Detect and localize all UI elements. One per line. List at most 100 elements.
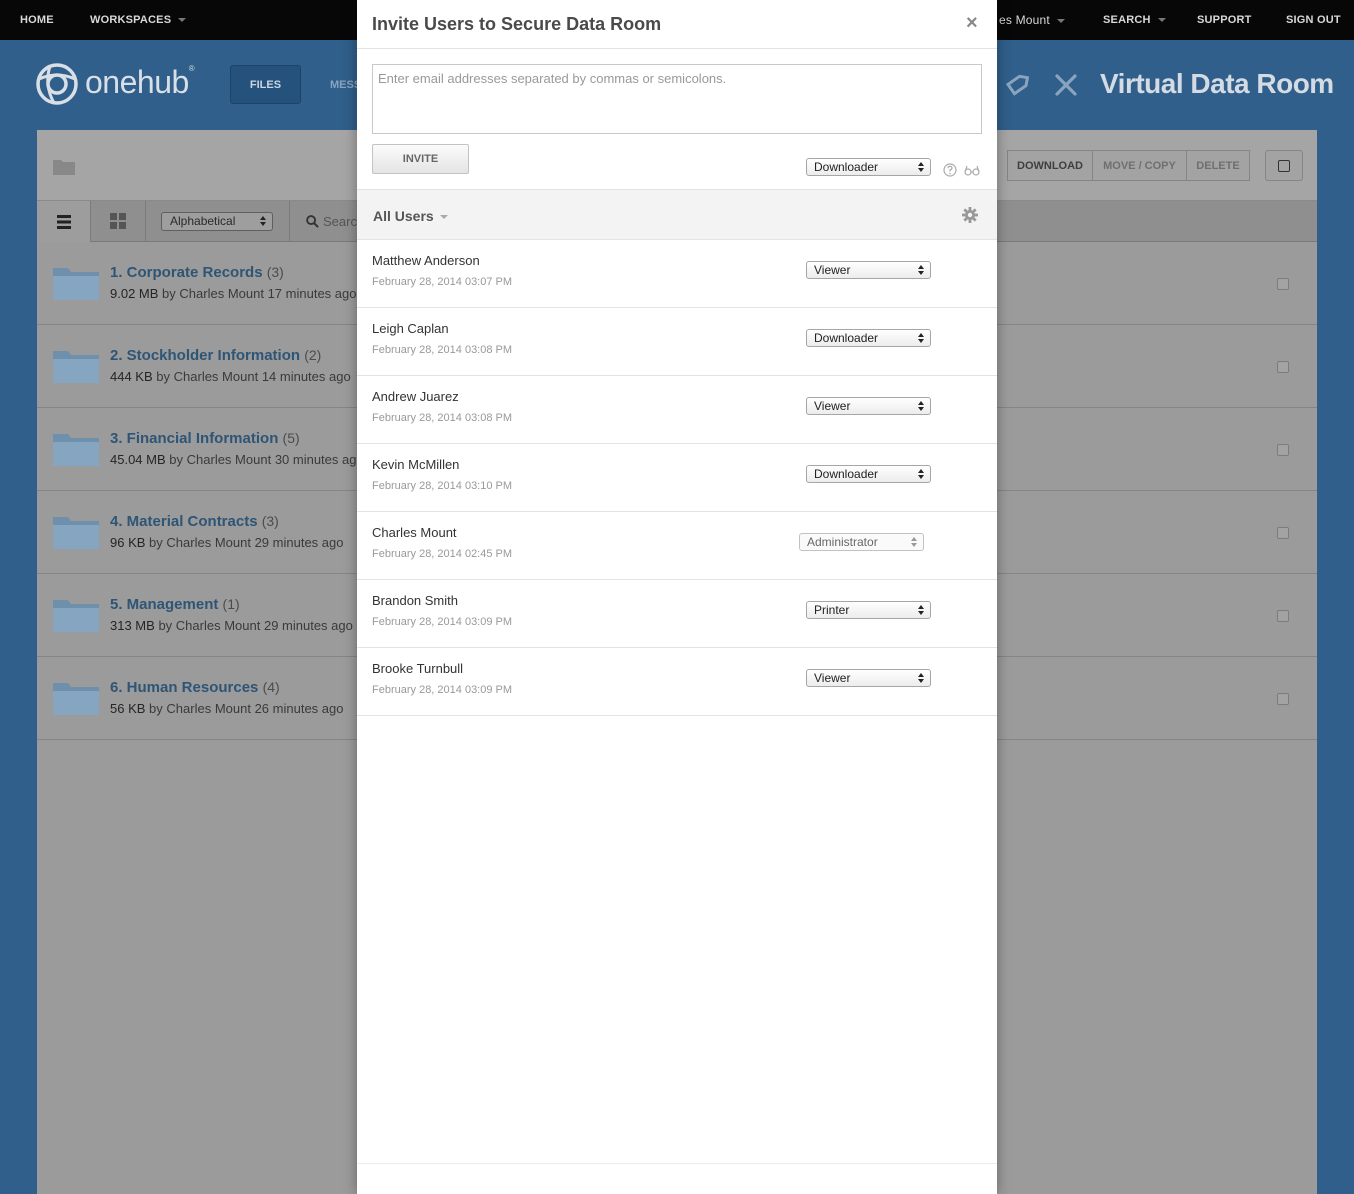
user-name: Leigh Caplan (372, 321, 449, 336)
user-role-value: Administrator (807, 535, 878, 549)
user-role-select[interactable]: Downloader (806, 465, 931, 483)
user-row: Kevin McMillen February 28, 2014 03:10 PM… (357, 444, 997, 512)
users-filter-dropdown[interactable]: All Users (373, 208, 448, 224)
chevron-down-icon (178, 18, 187, 23)
select-arrows-icon (918, 605, 924, 615)
folder-name-link[interactable]: 6. Human Resources (4) (110, 679, 280, 696)
select-all-button[interactable] (1265, 150, 1303, 181)
nav-user-label: es Mount (999, 13, 1050, 27)
folder-age: 14 minutes ago (261, 369, 351, 384)
folder-age: 26 minutes ago (254, 701, 344, 716)
nav-support[interactable]: SUPPORT (1197, 14, 1252, 26)
nav-search[interactable]: SEARCH (1103, 14, 1166, 26)
chevron-down-icon (1157, 18, 1166, 23)
folder-owner: Charles Mount (186, 452, 272, 467)
list-view-icon (57, 215, 71, 229)
folder-icon (53, 351, 99, 383)
folder-owner: Charles Mount (179, 286, 264, 301)
onehub-logo-icon[interactable] (36, 63, 78, 105)
tag-icon[interactable] (1004, 72, 1030, 98)
nav-search-label: SEARCH (1103, 14, 1151, 26)
select-arrows-icon (918, 673, 924, 683)
user-row: Brandon Smith February 28, 2014 03:09 PM P… (357, 580, 997, 648)
folder-icon (53, 683, 99, 715)
delete-button[interactable]: DELETE (1186, 150, 1250, 181)
folder-name-link[interactable]: 1. Corporate Records (3) (110, 264, 284, 281)
folder-name: 6. Human Resources (110, 679, 259, 696)
folder-age: 29 minutes ago (263, 618, 353, 633)
folder-size: 313 MB (110, 618, 155, 633)
folder-checkbox[interactable] (1277, 527, 1289, 539)
nav-workspaces[interactable]: WORKSPACES (90, 14, 187, 26)
folder-checkbox[interactable] (1277, 610, 1289, 622)
invite-button[interactable]: INVITE (372, 144, 469, 174)
folder-checkbox[interactable] (1277, 444, 1289, 456)
select-all-checkbox[interactable] (1278, 160, 1290, 172)
list-view-button[interactable] (37, 201, 91, 242)
folder-by: by (158, 618, 173, 633)
sort-select[interactable]: Alphabetical (161, 212, 273, 231)
user-row: Charles Mount February 28, 2014 02:45 PM A… (357, 512, 997, 580)
user-role-select[interactable]: Printer (806, 601, 931, 619)
folder-by: by (149, 701, 163, 716)
email-addresses-input[interactable] (372, 64, 982, 134)
user-role-select[interactable]: Downloader (806, 329, 931, 347)
folder-icon (53, 600, 99, 632)
folder-name-link[interactable]: 5. Management (1) (110, 596, 240, 613)
folder-owner: Charles Mount (166, 701, 251, 716)
folder-name: 3. Financial Information (110, 430, 279, 447)
trademark-mark: ® (188, 64, 195, 73)
invite-role-select[interactable]: Downloader (806, 158, 931, 176)
nav-home[interactable]: HOME (20, 14, 54, 26)
folder-size: 56 KB (110, 701, 146, 716)
search-icon (306, 215, 319, 228)
folder-meta: 45.04 MB by Charles Mount 30 minutes ago (110, 452, 358, 467)
folder-owner: Charles Mount (166, 535, 251, 550)
logo-wordmark[interactable]: onehub® (85, 64, 195, 101)
divider (357, 48, 997, 49)
user-name: Andrew Juarez (372, 389, 459, 404)
gear-icon[interactable] (962, 207, 978, 223)
folder-checkbox[interactable] (1277, 361, 1289, 373)
user-name: Matthew Anderson (372, 253, 480, 268)
download-button[interactable]: DOWNLOAD (1007, 150, 1093, 181)
folder-meta: 56 KB by Charles Mount 26 minutes ago (110, 701, 358, 716)
folder-name-link[interactable]: 2. Stockholder Information (2) (110, 347, 321, 364)
folder-name-link[interactable]: 4. Material Contracts (3) (110, 513, 279, 530)
folder-meta: 313 MB by Charles Mount 29 minutes ago (110, 618, 358, 633)
folder-name: 5. Management (110, 596, 219, 613)
close-icon[interactable]: × (966, 12, 978, 34)
user-date: February 28, 2014 03:08 PM (372, 412, 513, 424)
glasses-icon[interactable] (964, 164, 980, 176)
tab-files[interactable]: FILES (230, 65, 301, 104)
folder-age: 29 minutes ago (254, 535, 344, 550)
folder-item-count: (4) (262, 679, 280, 695)
folder-item-count: (2) (304, 347, 322, 363)
folder-checkbox[interactable] (1277, 278, 1289, 290)
folder-name-link[interactable]: 3. Financial Information (5) (110, 430, 300, 447)
folder-age: 30 minutes ago (274, 452, 358, 467)
user-name: Brandon Smith (372, 593, 458, 608)
user-role-select[interactable]: Viewer (806, 397, 931, 415)
logo-text: onehub (85, 64, 189, 100)
user-role-select[interactable]: Viewer (806, 261, 931, 279)
grid-view-button[interactable] (91, 201, 146, 242)
folder-by: by (149, 535, 163, 550)
help-icon[interactable] (943, 163, 957, 177)
dialog-footer-divider (357, 1163, 997, 1164)
folder-meta: 96 KB by Charles Mount 29 minutes ago (110, 535, 358, 550)
user-name: Brooke Turnbull (372, 661, 464, 676)
folder-owner: Charles Mount (175, 618, 261, 633)
user-row: Leigh Caplan February 28, 2014 03:08 PM Do… (357, 308, 997, 376)
tools-icon[interactable] (1053, 72, 1079, 98)
folder-checkbox[interactable] (1277, 693, 1289, 705)
move-copy-button[interactable]: MOVE / COPY (1092, 150, 1187, 181)
users-filter-label: All Users (373, 208, 434, 224)
user-role-select[interactable]: Viewer (806, 669, 931, 687)
nav-user-menu[interactable]: es Mount (999, 13, 1065, 27)
folder-size: 45.04 MB (110, 452, 166, 467)
invite-users-dialog: Invite Users to Secure Data Room × INVIT… (357, 0, 997, 1194)
user-row: Matthew Anderson February 28, 2014 03:07 … (357, 240, 997, 308)
folder-name: 1. Corporate Records (110, 264, 263, 281)
nav-sign-out[interactable]: SIGN OUT (1286, 14, 1341, 26)
